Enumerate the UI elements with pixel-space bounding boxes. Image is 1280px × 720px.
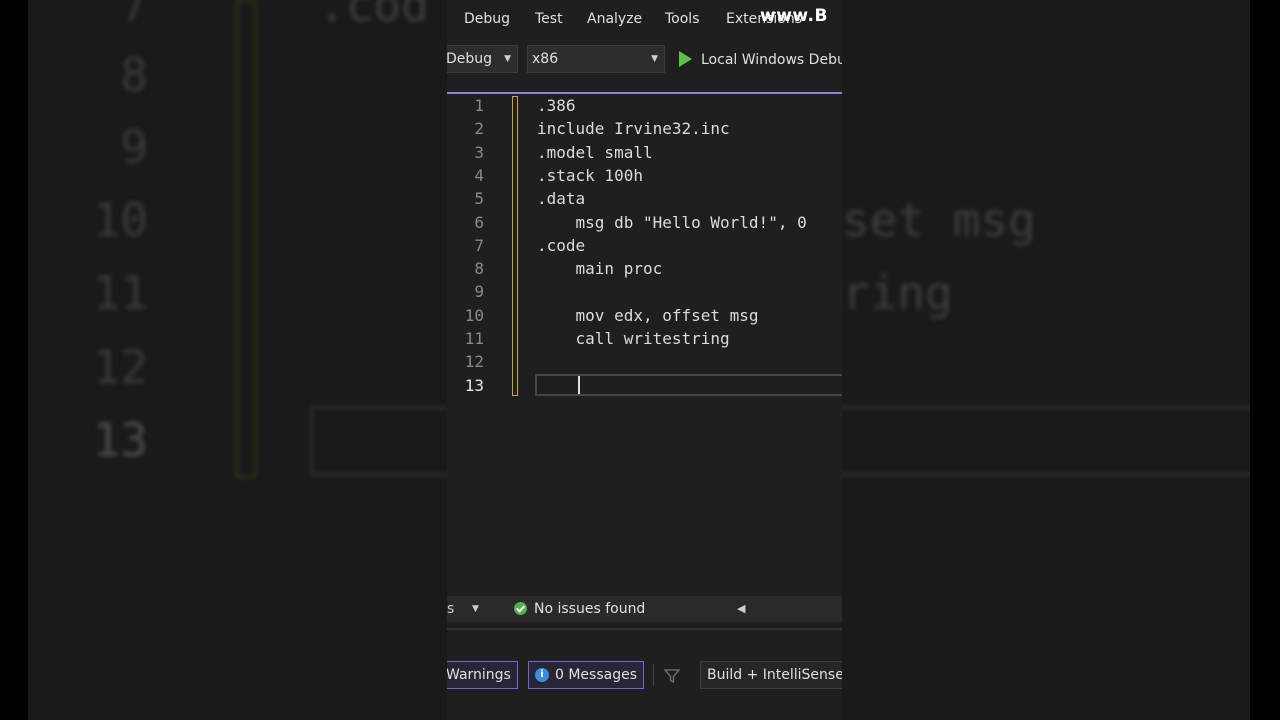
line-number: 12 [464,352,484,372]
line-number: 4 [474,165,484,185]
warnings-label: Warnings [447,667,511,683]
platform-dropdown[interactable]: x86 ▼ [527,45,665,73]
line-number: 2 [474,119,484,139]
bg-gutter-bar [236,0,256,478]
code-line[interactable]: .code [537,236,585,255]
line-number: 13 [464,375,484,395]
bg-line-number: 8 [120,48,148,102]
bg-line-number: 12 [92,340,148,394]
line-number: 11 [464,329,484,348]
change-tracking-bar [512,96,518,396]
messages-filter-button[interactable]: i 0 Messages [528,661,645,689]
bg-code-fragment: set msg [842,193,1036,247]
bg-line-number: 10 [92,193,148,247]
chevron-down-icon: ▼ [651,54,658,64]
line-number: 7 [474,235,484,255]
line-number: 3 [474,142,484,162]
line-number: 8 [474,259,484,279]
current-line-highlight [535,374,842,396]
line-number: 6 [474,212,484,232]
line-number: 1 [474,96,484,115]
warnings-filter-button[interactable]: Warnings [447,661,518,689]
code-line[interactable]: msg db "Hello World!", 0 [537,213,807,232]
menu-debug[interactable]: Debug [464,11,510,27]
code-line[interactable]: call writestring [537,329,730,348]
bg-line-number: 9 [120,120,148,174]
bg-code-fragment: ring [842,266,953,320]
toolbar-separator [653,664,654,686]
code-line[interactable]: .stack 100h [537,166,643,185]
messages-label: 0 Messages [555,667,638,683]
issues-status[interactable]: No issues found [534,601,645,617]
toolbar: Debug ▼ x86 ▼ Local Windows Debu [447,40,842,92]
filter-icon[interactable] [663,667,681,685]
watermark-text: www.B [760,6,828,26]
code-line[interactable]: include Irvine32.inc [537,119,730,138]
code-line[interactable]: .data [537,189,585,208]
menu-bar: Debug Test Analyze Tools Extensions www.… [447,0,842,40]
code-line[interactable]: .386 [537,96,576,115]
code-line[interactable]: .model small [537,143,653,162]
bg-line-number: 7 [120,0,148,32]
right-black-border [1250,0,1280,720]
configuration-dropdown[interactable]: Debug ▼ [447,45,518,73]
zoom-fragment[interactable]: s [447,601,454,617]
configuration-value: Debug [447,51,493,67]
code-editor[interactable]: 1 .386 2 include Irvine32.inc 3 .model small 4… [447,94,842,596]
build-source-label: Build + IntelliSense [707,667,842,683]
text-caret [578,376,580,394]
scroll-left-icon[interactable]: ◀ [737,602,745,615]
visual-studio-window: Debug Test Analyze Tools Extensions www.… [447,0,842,720]
menu-tools[interactable]: Tools [665,11,700,27]
line-number: 5 [474,189,484,209]
play-icon[interactable] [679,51,692,67]
check-circle-icon [514,602,527,615]
menu-analyze[interactable]: Analyze [587,11,642,27]
bg-line-number: 13 [92,413,148,467]
chevron-down-icon[interactable]: ▼ [472,604,479,614]
bg-line-number: 11 [92,266,148,320]
line-number: 10 [464,305,484,325]
code-line[interactable]: main proc [537,259,663,278]
code-line[interactable]: mov edx, offset msg [537,306,759,325]
platform-value: x86 [532,51,559,67]
editor-status-bar: s ▼ No issues found ◀ [447,596,842,622]
line-number: 9 [474,282,484,302]
error-list-toolbar: Warnings i 0 Messages Build + IntelliSens… [447,630,842,720]
bg-code-fragment: .cod [318,0,429,32]
menu-test[interactable]: Test [535,11,563,27]
left-black-border [0,0,28,720]
info-icon: i [535,668,549,682]
build-source-dropdown[interactable]: Build + IntelliSense [700,661,842,689]
chevron-down-icon: ▼ [504,54,511,64]
start-debugging-button[interactable]: Local Windows Debu [701,52,842,68]
